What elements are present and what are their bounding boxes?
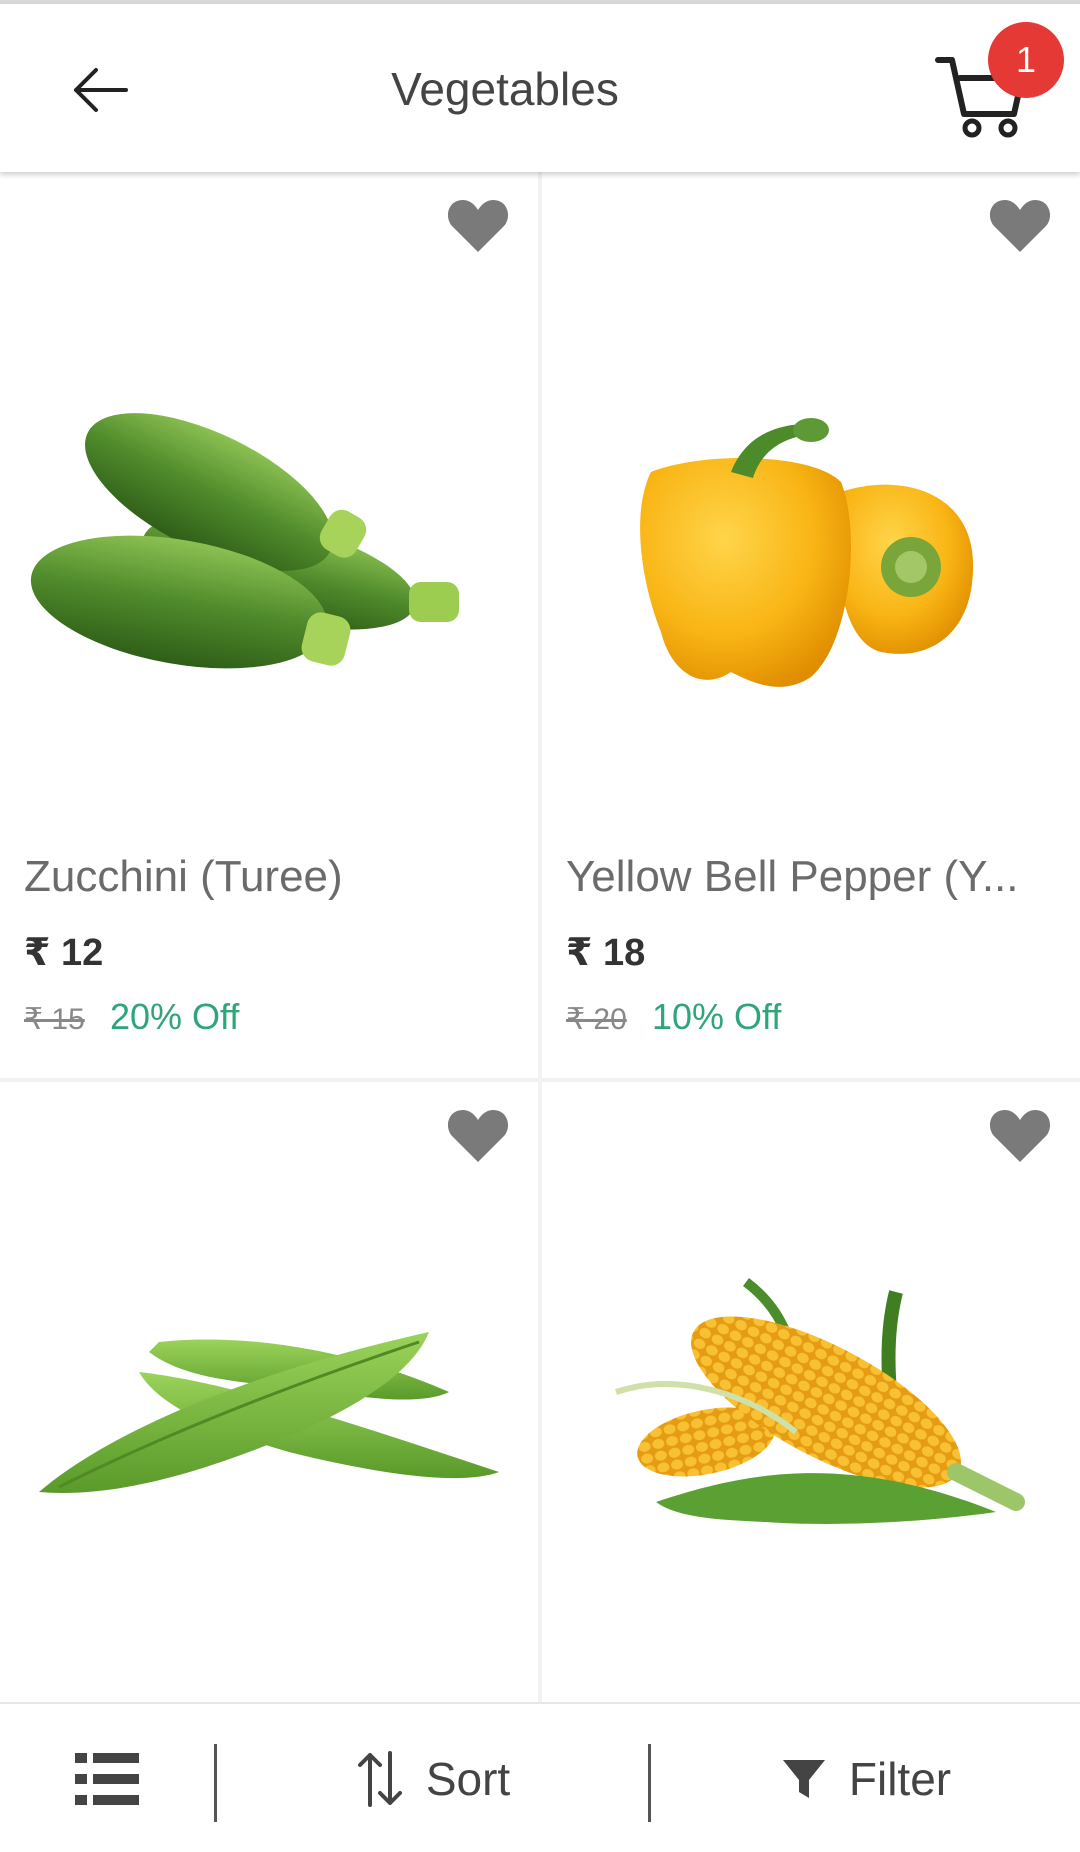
- heart-icon[interactable]: [446, 1106, 510, 1164]
- list-view-button[interactable]: [0, 1704, 214, 1852]
- product-discount: 10% Off: [652, 996, 782, 1037]
- filter-button[interactable]: Filter: [652, 1704, 1080, 1852]
- divider: [214, 1744, 217, 1822]
- zucchini-image: [24, 312, 514, 832]
- yellow-bell-pepper-image: [566, 312, 1056, 832]
- sort-button[interactable]: Sort: [218, 1704, 648, 1852]
- product-discount: 20% Off: [110, 996, 240, 1037]
- divider: [648, 1744, 651, 1822]
- product-price: ₹ 18: [566, 932, 646, 974]
- heart-icon[interactable]: [988, 196, 1052, 254]
- product-card-yellow-bell-pepper[interactable]: Yellow Bell Pepper (Y... ₹ 18 ₹ 20 10% O…: [542, 172, 1080, 1078]
- bottom-action-bar: Sort Filter: [0, 1702, 1080, 1852]
- cart-count-badge: 1: [988, 22, 1064, 98]
- product-name: Yellow Bell Pepper (Y...: [566, 852, 1019, 901]
- product-mrp: ₹ 20: [566, 1003, 627, 1036]
- heart-icon[interactable]: [988, 1106, 1052, 1164]
- ridge-gourd-image: [24, 1182, 514, 1662]
- page-title: Vegetables: [391, 63, 619, 115]
- product-name: Zucchini (Turee): [24, 852, 343, 901]
- back-arrow-icon: [74, 68, 128, 112]
- sort-icon: [357, 1751, 402, 1807]
- filter-label: Filter: [848, 1753, 952, 1805]
- product-grid: Zucchini (Turee) ₹ 12 ₹ 15 20% Off Yello…: [0, 172, 1080, 1702]
- filter-icon: [782, 1760, 825, 1798]
- product-mrp: ₹ 15: [24, 1003, 85, 1036]
- product-card-sweet-corn[interactable]: [542, 1082, 1080, 1702]
- list-view-icon: [75, 1753, 139, 1805]
- sort-label: Sort: [425, 1753, 511, 1805]
- sweet-corn-image: [566, 1182, 1056, 1662]
- product-card-zucchini[interactable]: Zucchini (Turee) ₹ 12 ₹ 15 20% Off: [0, 172, 538, 1078]
- product-price: ₹ 12: [24, 932, 104, 974]
- app-header: Vegetables 1: [0, 4, 1080, 172]
- back-button[interactable]: [60, 50, 140, 130]
- heart-icon[interactable]: [446, 196, 510, 254]
- product-card-ridge-gourd[interactable]: [0, 1082, 538, 1702]
